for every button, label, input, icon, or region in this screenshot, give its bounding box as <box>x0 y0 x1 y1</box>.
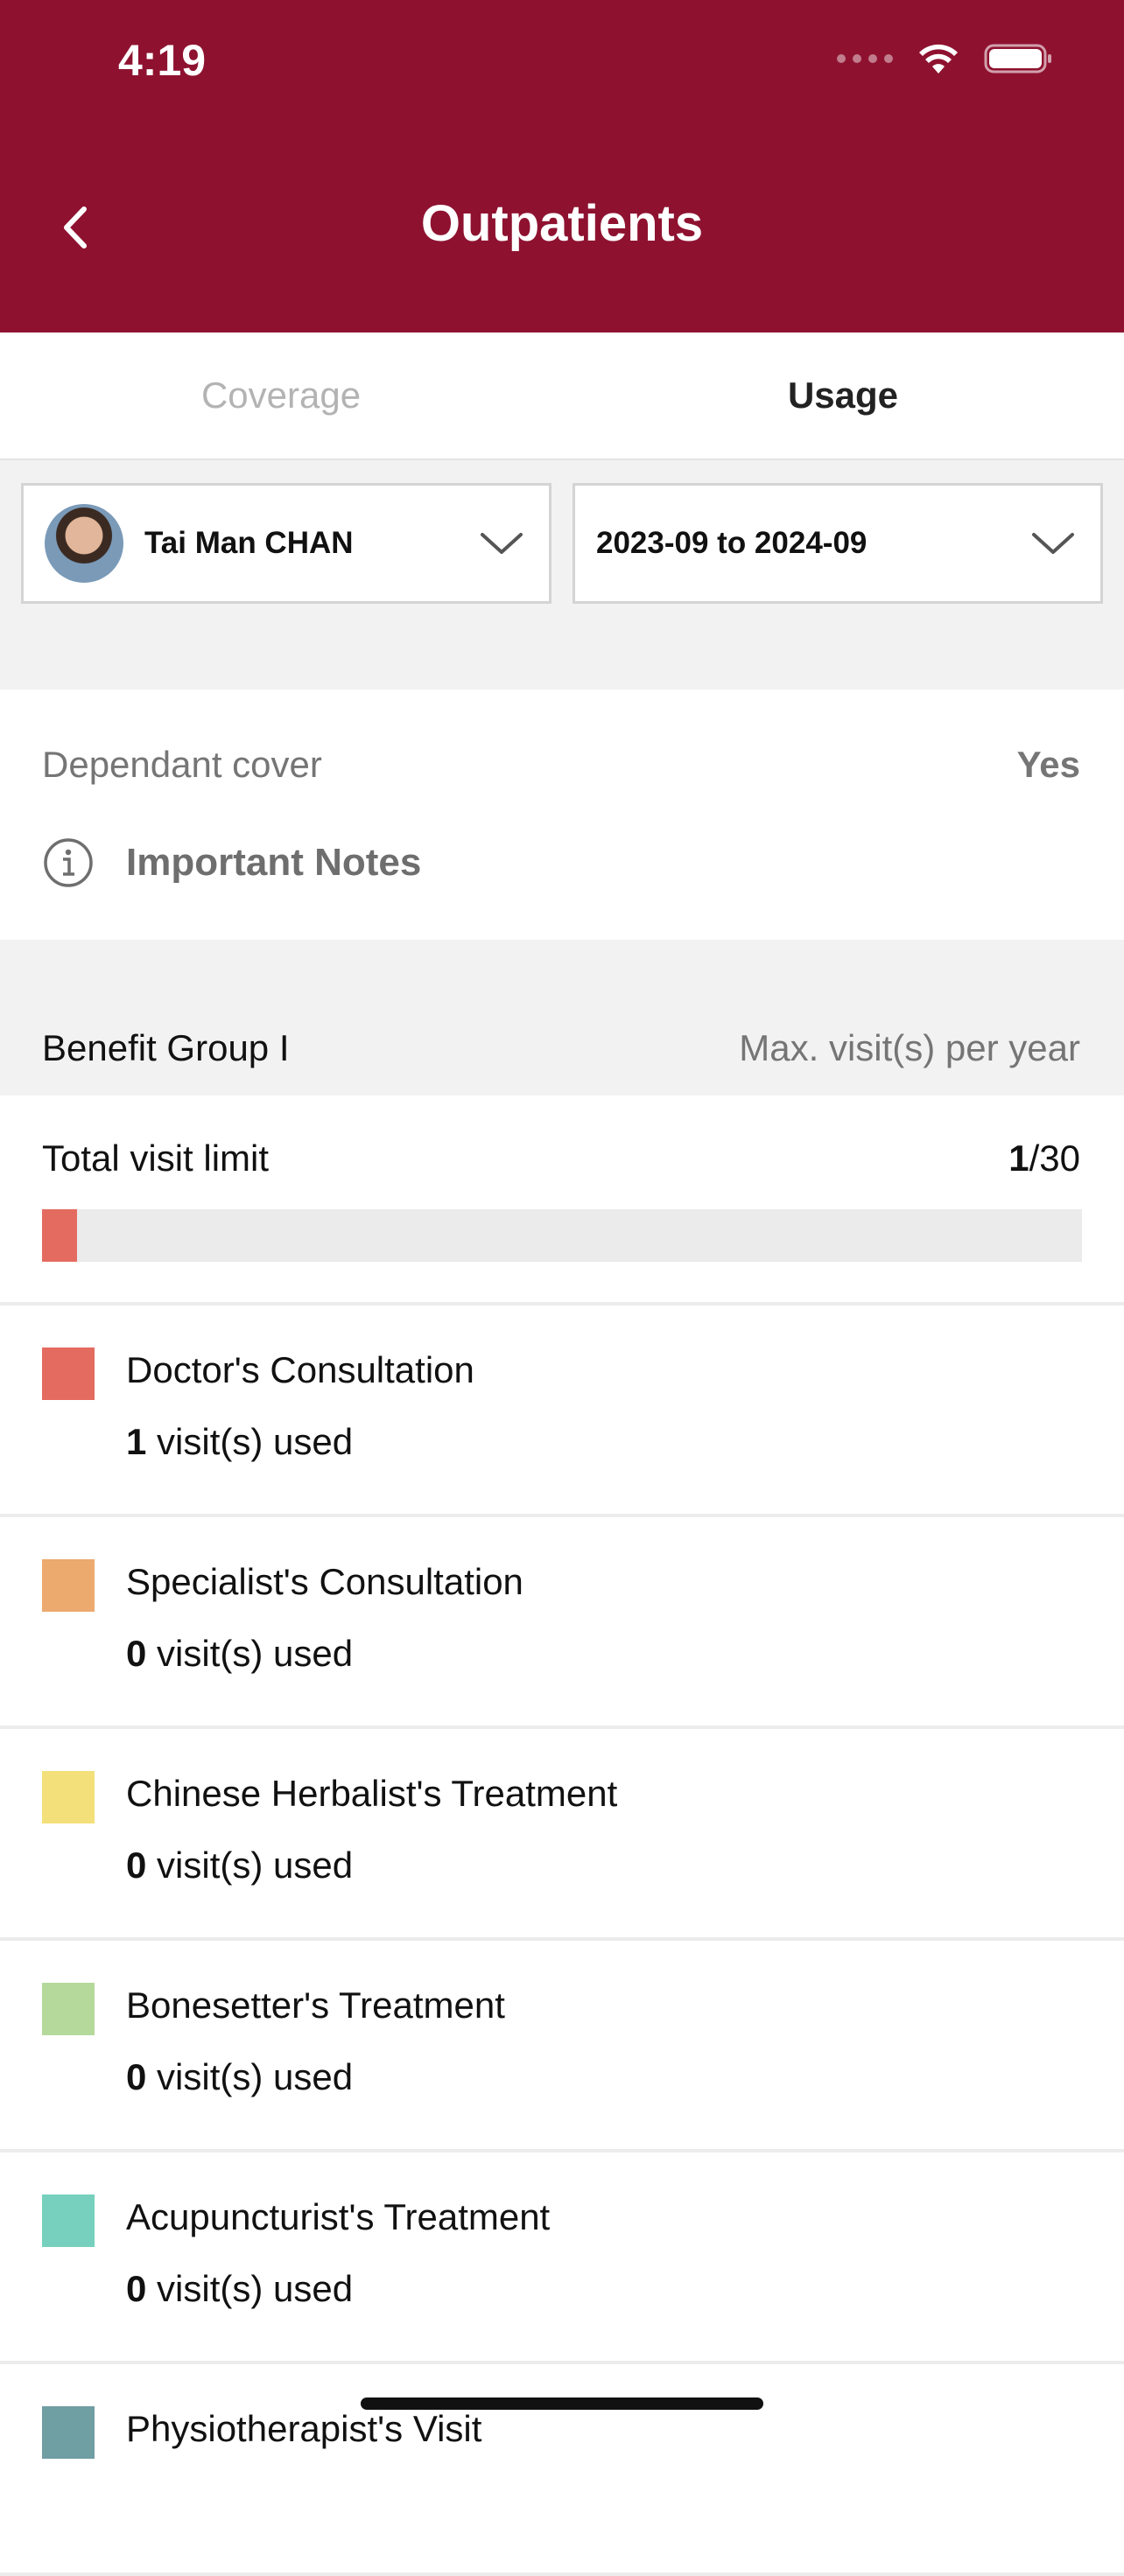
visits-used-suffix: visit(s) used <box>146 1421 354 1462</box>
usage-row-count: 0 visit(s) used <box>126 2056 353 2098</box>
usage-row-title: Physiotherapist's Visit <box>126 2408 482 2449</box>
dependant-cover-label: Dependant cover <box>42 744 322 785</box>
wifi-icon <box>919 44 958 74</box>
usage-row-title: Bonesetter's Treatment <box>126 1984 505 2026</box>
visits-used-suffix: visit(s) used <box>146 2056 354 2097</box>
member-select[interactable]: Tai Man CHAN <box>21 483 551 604</box>
dependant-cover-value: Yes <box>1016 744 1080 785</box>
usage-progress-track <box>42 1209 1082 1262</box>
usage-row[interactable]: Bonesetter's Treatment 0 visit(s) used <box>0 1941 1124 2152</box>
chevron-down-icon <box>1032 533 1074 554</box>
usage-row-title: Acupuncturist's Treatment <box>126 2196 551 2237</box>
usage-row[interactable]: Specialist's Consultation 0 visit(s) use… <box>0 1517 1124 1729</box>
benefit-group-subtitle: Max. visit(s) per year <box>739 1027 1080 1068</box>
period-select[interactable]: 2023-09 to 2024-09 <box>573 483 1103 604</box>
important-notes-label: Important Notes <box>126 841 422 884</box>
usage-row-count: 0 visit(s) used <box>126 1633 353 1675</box>
tab-bar: Coverage Usage <box>0 332 1124 458</box>
usage-progress-fill <box>42 1209 77 1262</box>
visits-used: 1 <box>1008 1138 1029 1179</box>
status-icons <box>837 42 1054 75</box>
period-value: 2023-09 to 2024-09 <box>596 526 868 560</box>
home-indicator <box>361 2398 763 2410</box>
important-notes-link[interactable]: Important Notes <box>42 836 421 889</box>
usage-row[interactable]: Chinese Herbalist's Treatment 0 visit(s)… <box>0 1729 1124 1941</box>
benefit-group-header: Benefit Group I Max. visit(s) per year <box>0 940 1124 1096</box>
color-swatch <box>42 1771 95 1824</box>
tab-coverage[interactable]: Coverage <box>0 332 562 458</box>
status-time: 4:19 <box>118 36 207 85</box>
visits-used-suffix: visit(s) used <box>146 1633 354 1674</box>
battery-icon <box>984 44 1051 74</box>
visits-used-count: 0 <box>126 2268 147 2309</box>
avatar <box>45 504 123 583</box>
color-swatch <box>42 1983 95 2035</box>
usage-row-count: 0 visit(s) used <box>126 2268 353 2310</box>
color-swatch <box>42 2194 95 2247</box>
visits-used-count: 0 <box>126 2056 147 2097</box>
visits-used-count: 1 <box>126 1421 147 1462</box>
total-visit-limit: Total visit limit 1/30 <box>0 1096 1124 1306</box>
total-visit-count: 1/30 <box>1008 1138 1080 1180</box>
visits-used-count: 0 <box>126 1844 147 1886</box>
color-swatch <box>42 1559 95 1612</box>
usage-row[interactable]: Doctor's Consultation 1 visit(s) used <box>0 1306 1124 1517</box>
tab-usage[interactable]: Usage <box>562 332 1124 458</box>
usage-row-title: Doctor's Consultation <box>126 1349 474 1390</box>
cellular-signal-icon <box>837 54 893 63</box>
visits-used-suffix: visit(s) used <box>146 1844 354 1886</box>
usage-row-title: Specialist's Consultation <box>126 1561 523 1602</box>
usage-row-count: 0 visit(s) used <box>126 1844 353 1886</box>
color-swatch <box>42 1348 95 1400</box>
usage-row[interactable]: Acupuncturist's Treatment 0 visit(s) use… <box>0 2152 1124 2364</box>
filter-bar: Tai Man CHAN 2023-09 to 2024-09 <box>0 458 1124 691</box>
usage-row-title: Chinese Herbalist's Treatment <box>126 1773 618 1814</box>
visits-used-suffix: visit(s) used <box>146 2268 354 2309</box>
coverage-info: Dependant cover Yes Important Notes <box>0 690 1124 940</box>
app-header: 4:19 Outpatients <box>0 0 1124 332</box>
color-swatch <box>42 2406 95 2459</box>
usage-row-count: 1 visit(s) used <box>126 1421 353 1463</box>
info-icon <box>44 838 93 887</box>
usage-row[interactable]: Physiotherapist's Visit <box>0 2364 1124 2576</box>
member-name: Tai Man CHAN <box>144 526 354 560</box>
chevron-down-icon <box>481 533 523 554</box>
visits-used-count: 0 <box>126 1633 147 1674</box>
page-title: Outpatients <box>420 195 704 252</box>
total-visit-label: Total visit limit <box>42 1138 270 1179</box>
benefit-group-title: Benefit Group I <box>42 1027 290 1068</box>
visits-limit: /30 <box>1029 1138 1080 1179</box>
